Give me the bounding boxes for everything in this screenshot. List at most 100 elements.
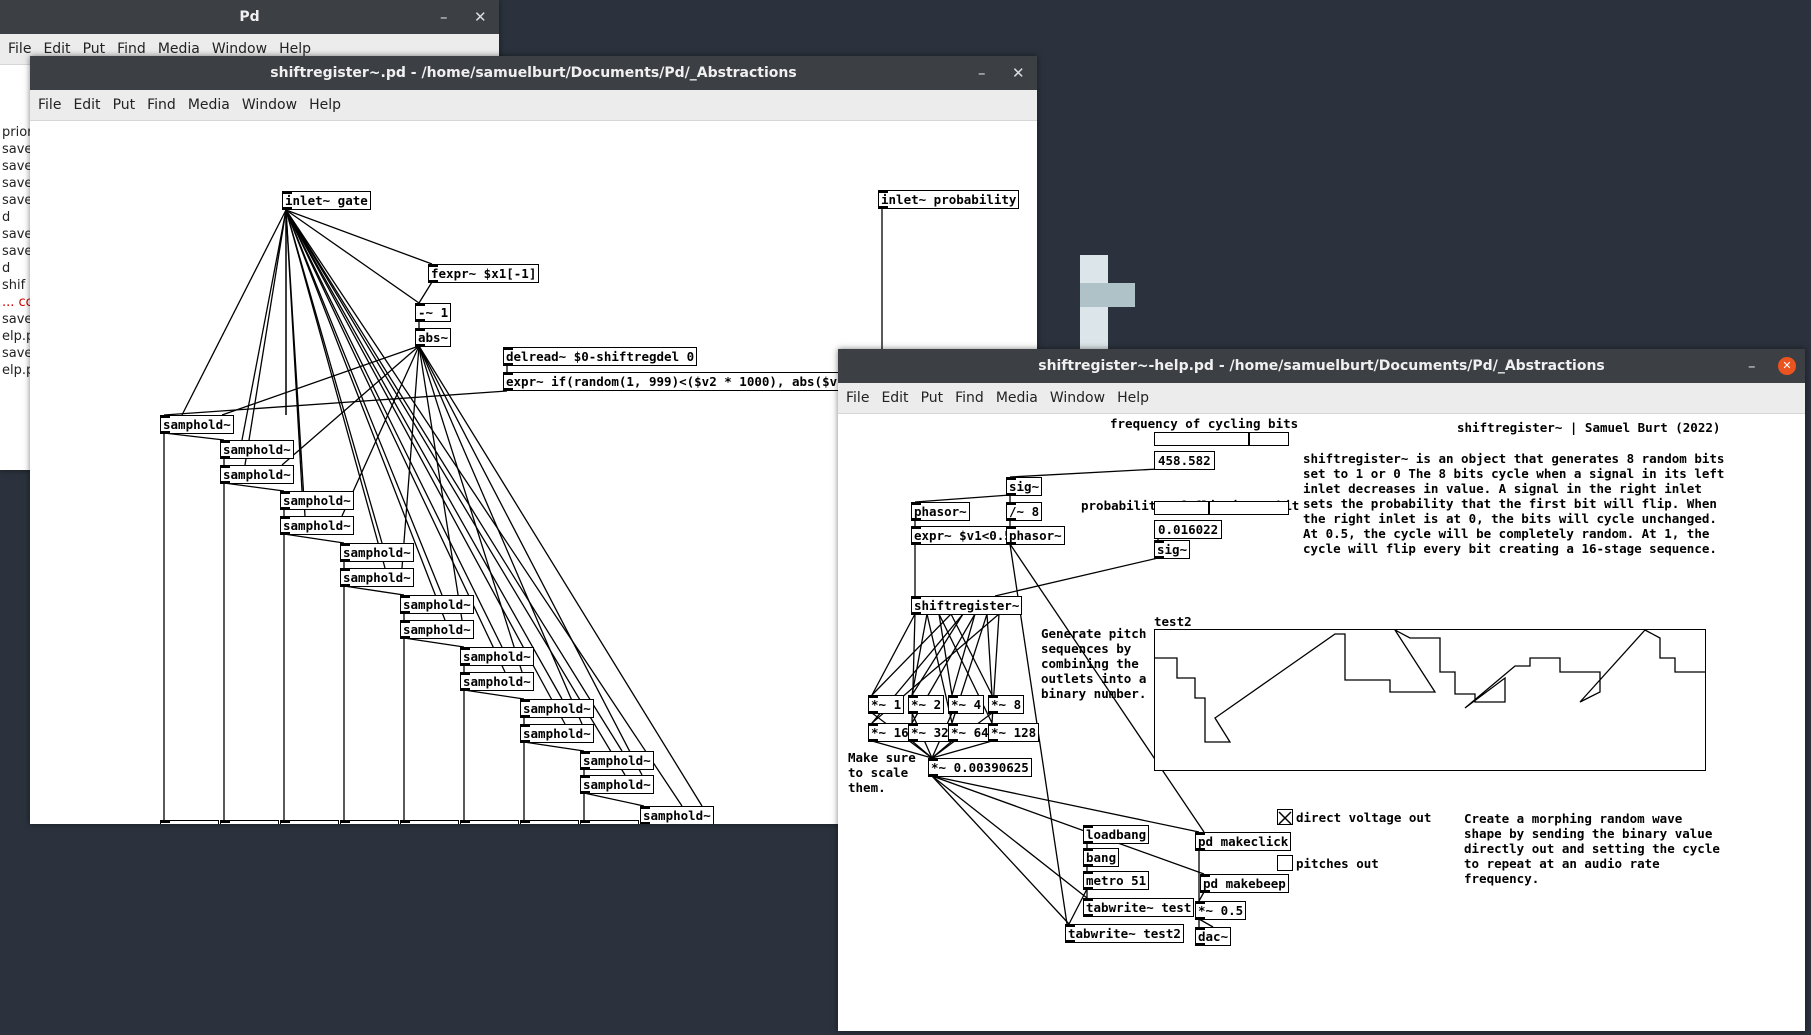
patch-cord[interactable] <box>523 741 585 752</box>
help-canvas[interactable]: shiftregister~ | Samuel Burt (2022) shift… <box>838 414 1805 1031</box>
array-graph-test2[interactable] <box>1154 628 1706 771</box>
bang-object[interactable]: bang <box>1083 848 1120 867</box>
patch-cord[interactable] <box>994 557 1159 597</box>
menu-find[interactable]: Find <box>949 383 990 413</box>
minimize-icon[interactable]: – <box>440 0 448 34</box>
mul-m8-object[interactable]: *~ 8 <box>988 695 1025 714</box>
minimize-icon[interactable]: – <box>1748 349 1756 383</box>
menu-edit[interactable]: Edit <box>67 90 106 120</box>
outlet-object[interactable]: outlet~ <box>340 820 399 824</box>
patch-cord[interactable] <box>986 613 993 696</box>
outlet-object[interactable]: outlet~ <box>520 820 579 824</box>
mul-m64-object[interactable]: *~ 64 <box>948 723 992 742</box>
outlet-object[interactable]: outlet~ <box>280 820 339 824</box>
patch-cord[interactable] <box>223 482 285 492</box>
patch-cord[interactable] <box>931 775 1088 899</box>
mul-m128-object[interactable]: *~ 128 <box>988 723 1040 742</box>
help-titlebar[interactable]: shiftregister~-help.pd - /home/samuelbur… <box>838 349 1805 383</box>
patch-cord[interactable] <box>163 390 508 416</box>
menu-help[interactable]: Help <box>303 90 347 120</box>
slider-knob[interactable] <box>1248 433 1251 445</box>
inlet-probability-object[interactable]: inlet~ probability <box>878 190 1020 209</box>
sig-object[interactable]: sig~ <box>1006 477 1043 496</box>
menu-file[interactable]: File <box>838 383 875 413</box>
patch-cord[interactable] <box>463 689 525 700</box>
half-gain-object[interactable]: *~ 0.5 <box>1195 901 1247 920</box>
menu-help[interactable]: Help <box>1111 383 1155 413</box>
divide-object[interactable]: /~ 8 <box>1006 502 1043 521</box>
samphold-object[interactable]: samphold~ <box>520 699 594 718</box>
samphold-object[interactable]: samphold~ <box>580 775 654 794</box>
prob-number-box[interactable]: 0.016022 <box>1154 520 1223 539</box>
pd-main-titlebar[interactable]: Pd – ✕ <box>0 0 499 34</box>
patch-cord[interactable] <box>244 209 287 466</box>
close-icon[interactable]: ✕ <box>1012 56 1025 90</box>
pitches-out-toggle[interactable] <box>1277 855 1293 871</box>
outlet-object[interactable]: outlet~ <box>400 820 459 824</box>
patch-cord[interactable] <box>871 613 952 696</box>
direct-voltage-toggle[interactable] <box>1277 809 1293 825</box>
samphold-object[interactable]: samphold~ <box>160 415 234 434</box>
metro-object[interactable]: metro 51 <box>1083 871 1150 890</box>
mul-m1-object[interactable]: *~ 1 <box>868 695 905 714</box>
shiftregister-titlebar[interactable]: shiftregister~.pd - /home/samuelburt/Doc… <box>30 56 1037 90</box>
menu-put[interactable]: Put <box>915 383 950 413</box>
mul-m4-object[interactable]: *~ 4 <box>948 695 985 714</box>
menu-file[interactable]: File <box>30 90 67 120</box>
samphold-object[interactable]: samphold~ <box>220 465 294 484</box>
samphold-object[interactable]: samphold~ <box>340 543 414 562</box>
phasor-object-2[interactable]: phasor~ <box>1006 526 1065 545</box>
menu-find[interactable]: Find <box>141 90 182 120</box>
freq-number-box[interactable]: 458.582 <box>1154 451 1215 470</box>
outlet-object[interactable]: outlet~ <box>580 820 639 824</box>
patch-cord[interactable] <box>1009 468 1159 478</box>
abs-object[interactable]: abs~ <box>415 328 452 347</box>
minimize-icon[interactable]: – <box>978 56 986 90</box>
patch-cord[interactable] <box>583 792 645 807</box>
samphold-object[interactable]: samphold~ <box>280 491 354 510</box>
outlet-object[interactable]: outlet~ <box>220 820 279 824</box>
samphold-object[interactable]: samphold~ <box>640 806 714 824</box>
menu-edit[interactable]: Edit <box>875 383 914 413</box>
samphold-object[interactable]: samphold~ <box>220 440 294 459</box>
outlet-object[interactable]: outlet~ <box>460 820 519 824</box>
makebeep-object[interactable]: pd makebeep <box>1200 874 1289 893</box>
tabwrite-test-object[interactable]: tabwrite~ test <box>1083 898 1195 917</box>
loadbang-object[interactable]: loadbang <box>1083 825 1150 844</box>
samphold-object[interactable]: samphold~ <box>400 595 474 614</box>
patch-cord[interactable] <box>343 585 405 596</box>
slider-knob[interactable] <box>1208 502 1211 514</box>
close-icon[interactable]: ✕ <box>1778 357 1796 375</box>
inlet-gate-object[interactable]: inlet~ gate <box>282 191 371 210</box>
dac-object[interactable]: dac~ <box>1195 927 1232 946</box>
delread-object[interactable]: delread~ $0-shiftregdel 0 <box>503 347 698 366</box>
menu-put[interactable]: Put <box>107 90 142 120</box>
expr-object[interactable]: expr~ $v1<0.5 <box>911 526 1015 545</box>
samphold-object[interactable]: samphold~ <box>400 620 474 639</box>
samphold-object[interactable]: samphold~ <box>460 647 534 666</box>
samphold-object[interactable]: samphold~ <box>460 672 534 691</box>
patch-cord[interactable] <box>418 281 433 304</box>
tabwrite-test2-object[interactable]: tabwrite~ test2 <box>1065 924 1184 943</box>
fexpr-object[interactable]: fexpr~ $x1[-1] <box>428 264 540 283</box>
patch-cord[interactable] <box>285 209 623 752</box>
samphold-object[interactable]: samphold~ <box>340 568 414 587</box>
menu-media[interactable]: Media <box>990 383 1044 413</box>
mul-m32-object[interactable]: *~ 32 <box>908 723 952 742</box>
patch-cord[interactable] <box>914 494 1011 503</box>
patch-cord[interactable] <box>163 432 225 441</box>
shiftregister-object[interactable]: shiftregister~ <box>911 596 1023 615</box>
close-icon[interactable]: ✕ <box>474 0 487 34</box>
patch-cord[interactable] <box>285 209 420 304</box>
phasor-object[interactable]: phasor~ <box>911 502 970 521</box>
mul-m16-object[interactable]: *~ 16 <box>868 723 912 742</box>
prob-slider[interactable] <box>1154 501 1289 515</box>
makeclick-object[interactable]: pd makeclick <box>1195 832 1292 851</box>
menu-window[interactable]: Window <box>1044 383 1111 413</box>
outlet-object[interactable]: outlet~ <box>160 820 219 824</box>
patch-cord[interactable] <box>181 209 287 416</box>
patch-cord[interactable] <box>403 637 465 648</box>
minus-one-object[interactable]: -~ 1 <box>415 303 452 322</box>
menu-media[interactable]: Media <box>182 90 236 120</box>
freq-slider[interactable] <box>1154 432 1289 446</box>
